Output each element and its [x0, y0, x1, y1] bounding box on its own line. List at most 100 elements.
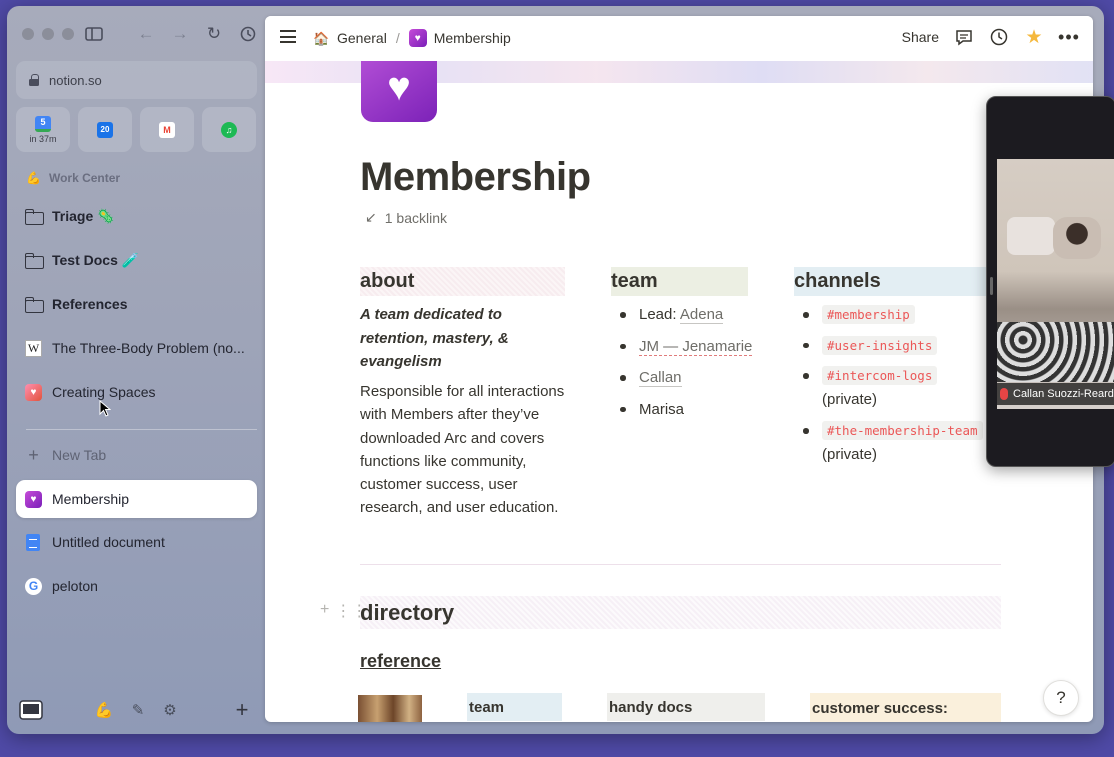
tab-label: Untitled document	[52, 534, 165, 550]
breadcrumb: 🏠 General / ♥ Membership	[313, 29, 511, 47]
notion-page: 🏠 General / ♥ Membership Share ★ ••• ♥ M…	[265, 16, 1093, 722]
backlink-link[interactable]: ↙ 1 backlink	[365, 209, 447, 226]
favorite-google-calendar[interactable]: 5 in 37m	[16, 107, 70, 152]
url-bar[interactable]: notion.so	[16, 61, 257, 99]
creating-spaces-icon: ♥	[25, 383, 42, 401]
mention-callan[interactable]: Callan	[639, 369, 682, 387]
window-controls	[22, 28, 74, 40]
pinned-label: Creating Spaces	[52, 384, 156, 400]
maximize-window-button[interactable]	[62, 28, 74, 40]
video-background	[1053, 217, 1101, 259]
channel-intercom-logs[interactable]: #intercom-logs	[822, 366, 938, 385]
new-tab-label: New Tab	[52, 447, 107, 463]
about-heading[interactable]: about	[360, 267, 565, 296]
page-title[interactable]: Membership	[360, 155, 591, 200]
folder-icon	[25, 297, 44, 313]
mention-jenamarie[interactable]: JM — Jenamarie	[639, 337, 753, 356]
team-list: Lead: Adena JM — Jenamarie Callan Marisa	[611, 303, 761, 429]
tab-untitled-document[interactable]: Untitled document	[16, 523, 257, 561]
google-icon: G	[25, 577, 42, 595]
channel-membership[interactable]: #membership	[822, 305, 915, 324]
breadcrumb-parent[interactable]: General	[337, 30, 387, 46]
page-heart-icon[interactable]: ♥	[361, 56, 437, 122]
flexed-biceps-icon: 💪	[26, 171, 41, 185]
directory-heading[interactable]: directory	[360, 596, 1001, 629]
mention-adena[interactable]: Adena	[679, 306, 724, 324]
back-arrow-icon[interactable]: ←	[134, 22, 158, 46]
library-image[interactable]	[358, 695, 422, 722]
member-marisa: Marisa	[639, 400, 685, 418]
handy-docs-subheading[interactable]: handy docs	[607, 693, 765, 721]
share-button[interactable]: Share	[902, 29, 939, 45]
lead-prefix: Lead:	[639, 306, 680, 323]
sidebar: ← → ↻ notion.so 5 in 37m 20 M ♫ 💪 Work C…	[7, 6, 265, 734]
house-icon: 🏠	[313, 30, 330, 46]
video-call-overlay[interactable]: Callan Suozzi-Reardon	[986, 96, 1114, 467]
favorite-spotify[interactable]: ♫	[202, 107, 256, 152]
about-description[interactable]: Responsible for all interactions with Me…	[360, 380, 575, 520]
mouse-cursor-icon	[99, 400, 111, 417]
space-label[interactable]: 💪 Work Center	[26, 171, 120, 185]
sidebar-bottom-bar: 💪 ✎ ⚙ +	[7, 696, 265, 734]
private-note: (private)	[822, 390, 878, 408]
add-space-icon[interactable]: +	[231, 696, 253, 724]
list-item[interactable]: JM — Jenamarie	[611, 335, 761, 359]
wikipedia-icon: W	[25, 339, 42, 357]
list-item[interactable]: Marisa	[611, 398, 761, 422]
browser-window: ← → ↻ notion.so 5 in 37m 20 M ♫ 💪 Work C…	[7, 6, 1104, 734]
team-heading[interactable]: team	[611, 267, 748, 296]
space-sparkle-icon[interactable]: ✎	[127, 696, 149, 724]
hamburger-menu-icon[interactable]	[280, 30, 296, 43]
url-text: notion.so	[49, 72, 102, 88]
pinned-tab-creating-spaces[interactable]: ♥ Creating Spaces	[16, 373, 257, 411]
list-item[interactable]: Callan	[611, 366, 761, 390]
team-subheading[interactable]: team	[467, 693, 562, 721]
minimize-window-button[interactable]	[42, 28, 54, 40]
favorites-row: 5 in 37m 20 M ♫	[16, 107, 256, 152]
updates-clock-icon[interactable]	[989, 27, 1009, 47]
favorite-gmail[interactable]: M	[140, 107, 194, 152]
pinned-label: The Three-Body Problem (no...	[52, 340, 245, 356]
reload-icon[interactable]: ↻	[202, 22, 226, 46]
pinned-folder-triage[interactable]: Triage 🦠	[16, 197, 257, 235]
list-item[interactable]: Lead: Adena	[611, 303, 761, 327]
google-calendar-icon: 5	[35, 115, 51, 132]
close-window-button[interactable]	[22, 28, 34, 40]
favorite-star-icon[interactable]: ★	[1024, 27, 1044, 48]
customer-success-subheading[interactable]: customer success: onboarding	[810, 693, 1001, 722]
new-tab-button[interactable]: + New Tab	[16, 436, 257, 474]
library-icon[interactable]	[18, 696, 44, 724]
help-button[interactable]: ?	[1043, 680, 1079, 716]
video-background	[997, 322, 1114, 382]
channel-user-insights[interactable]: #user-insights	[822, 335, 938, 355]
sidebar-toggle-icon[interactable]	[82, 22, 106, 46]
space-name: Work Center	[48, 171, 121, 185]
arrow-down-left-icon: ↙	[365, 209, 377, 225]
about-tagline[interactable]: A team dedicated to retention, mastery, …	[360, 303, 570, 374]
space-work-center-icon[interactable]: 💪	[93, 696, 115, 724]
tab-peloton[interactable]: G peloton	[16, 567, 257, 605]
calendar-app-icon: 20	[97, 121, 113, 138]
pinned-folder-references[interactable]: References	[16, 285, 257, 323]
calendar-countdown: in 37m	[29, 133, 57, 144]
gmail-icon: M	[159, 121, 175, 138]
forward-arrow-icon[interactable]: →	[168, 22, 192, 46]
pinned-tab-three-body-problem[interactable]: W The Three-Body Problem (no...	[16, 329, 257, 367]
more-options-icon[interactable]: •••	[1058, 27, 1079, 47]
comments-icon[interactable]	[954, 27, 974, 47]
tab-membership[interactable]: ♥ Membership	[16, 480, 257, 518]
history-icon[interactable]	[236, 22, 260, 46]
drag-handle-icon[interactable]	[990, 277, 993, 295]
channel-membership-team[interactable]: #the-membership-team	[822, 421, 983, 440]
pinned-folder-test-docs[interactable]: Test Docs 🧪	[16, 241, 257, 279]
space-gear-icon[interactable]: ⚙	[159, 696, 181, 724]
toolbar: ← → ↻	[82, 22, 260, 46]
pinned-label: Test Docs 🧪	[52, 251, 140, 268]
pinned-label: References	[52, 296, 128, 312]
reference-heading[interactable]: reference	[360, 651, 441, 672]
divider	[360, 564, 1001, 565]
favorite-calendar-app[interactable]: 20	[78, 107, 132, 152]
add-block-icon[interactable]: +	[320, 601, 329, 621]
backlink-label: 1 backlink	[384, 209, 447, 226]
breadcrumb-current[interactable]: Membership	[434, 30, 511, 46]
